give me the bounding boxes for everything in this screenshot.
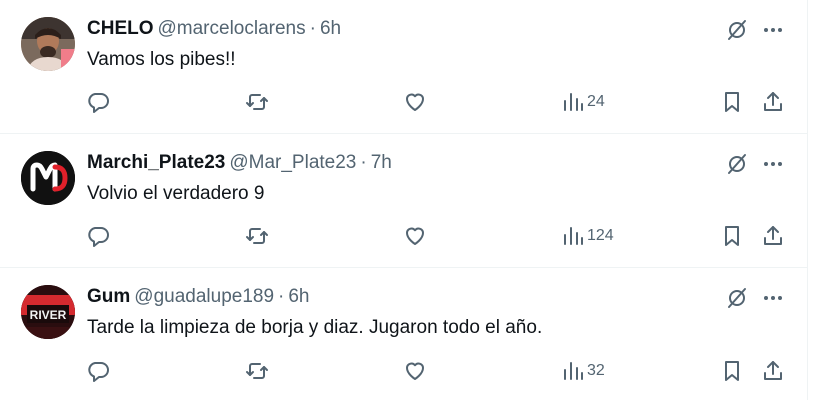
share-button[interactable] [761, 221, 785, 251]
like-icon [406, 93, 424, 111]
tweet-feed: CHELO @marceloclarens · 6h Vamos los pibes!… [0, 0, 808, 400]
bookmark-button[interactable] [720, 87, 744, 117]
timestamp[interactable]: 7h [371, 152, 392, 173]
tweet-text: Volvio el verdadero 9 [87, 183, 265, 204]
separator-dot: · [309, 18, 316, 39]
like-button[interactable] [403, 221, 427, 251]
share-icon [764, 361, 782, 380]
bookmark-icon [725, 361, 739, 381]
like-icon [406, 362, 424, 380]
reply-icon [88, 93, 109, 113]
display-name[interactable]: Gum [87, 286, 130, 307]
retweet-button[interactable] [245, 221, 269, 251]
more-icon[interactable] [758, 15, 788, 45]
tweet-header: Gum @guadalupe189 · 6h [87, 285, 310, 309]
views-button[interactable]: 24 [562, 87, 605, 117]
views-icon [564, 93, 583, 111]
share-button[interactable] [761, 356, 785, 386]
display-name[interactable]: Marchi_Plate23 [87, 152, 225, 173]
retweet-button[interactable] [245, 356, 269, 386]
tweet-text: Tarde la limpieza de borja y diaz. Jugar… [87, 317, 543, 338]
user-handle[interactable]: @marceloclarens [158, 18, 306, 39]
retweet-button[interactable] [245, 87, 269, 117]
user-handle[interactable]: @guadalupe189 [134, 286, 274, 307]
bookmark-button[interactable] [720, 356, 744, 386]
user-handle[interactable]: @Mar_Plate23 [229, 152, 356, 173]
tweet-header: Marchi_Plate23 @Mar_Plate23 · 7h [87, 151, 392, 175]
tweet-text: Vamos los pibes!! [87, 49, 236, 70]
views-icon [564, 227, 583, 245]
retweet-icon [246, 363, 268, 379]
views-icon [564, 362, 583, 380]
views-count: 124 [587, 227, 614, 244]
like-icon [406, 227, 424, 245]
svg-text:RIVER: RIVER [30, 308, 67, 322]
share-button[interactable] [761, 87, 785, 117]
grok-icon[interactable] [722, 149, 752, 179]
views-count: 24 [587, 93, 605, 110]
timestamp[interactable]: 6h [288, 286, 309, 307]
tweet[interactable]: RIVER Gum @guadalupe189 · 6h Tarde la limpi… [0, 268, 808, 400]
bookmark-icon [725, 92, 739, 112]
reply-button[interactable] [86, 87, 110, 117]
avatar[interactable] [21, 17, 75, 71]
views-button[interactable]: 124 [562, 221, 614, 251]
grok-icon[interactable] [722, 15, 752, 45]
separator-dot: · [360, 152, 367, 173]
share-icon [764, 92, 782, 111]
reply-button[interactable] [86, 221, 110, 251]
grok-icon[interactable] [722, 283, 752, 313]
reply-icon [88, 227, 109, 247]
like-button[interactable] [403, 87, 427, 117]
share-icon [764, 226, 782, 245]
retweet-icon [246, 94, 268, 110]
bookmark-button[interactable] [720, 221, 744, 251]
avatar[interactable] [21, 151, 75, 205]
views-button[interactable]: 32 [562, 356, 605, 386]
views-count: 32 [587, 362, 605, 379]
timestamp[interactable]: 6h [320, 18, 341, 39]
retweet-icon [246, 228, 268, 244]
reply-icon [88, 362, 109, 382]
avatar[interactable]: RIVER [21, 285, 75, 339]
reply-button[interactable] [86, 356, 110, 386]
tweet-header: CHELO @marceloclarens · 6h [87, 17, 341, 41]
bookmark-icon [725, 226, 739, 246]
tweet[interactable]: Marchi_Plate23 @Mar_Plate23 · 7h Volvio el … [0, 134, 808, 268]
more-icon[interactable] [758, 149, 788, 179]
tweet[interactable]: CHELO @marceloclarens · 6h Vamos los pibes!… [0, 0, 808, 134]
more-icon[interactable] [758, 283, 788, 313]
like-button[interactable] [403, 356, 427, 386]
display-name[interactable]: CHELO [87, 18, 154, 39]
separator-dot: · [278, 286, 285, 307]
